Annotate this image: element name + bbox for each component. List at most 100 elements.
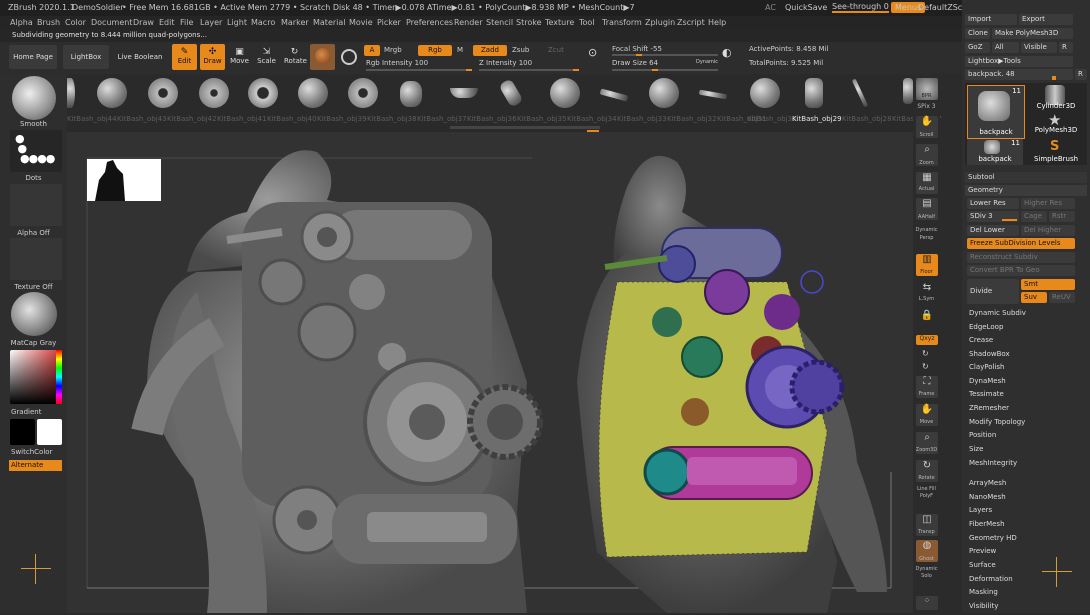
kitbash-thumb[interactable]	[248, 78, 278, 108]
texture-button[interactable]	[10, 238, 62, 280]
convert-bpr-button[interactable]: Convert BPR To Geo	[967, 265, 1075, 276]
tool-thumb-polymesh[interactable]: ★ PolyMesh3D	[1027, 111, 1085, 137]
draw-mode-button[interactable]: ✣ Draw	[200, 44, 225, 70]
geometry-item[interactable]: ClayPolish	[969, 363, 1005, 371]
menu-draw[interactable]: Draw	[133, 18, 154, 27]
tool-section[interactable]: Geometry HD	[969, 534, 1017, 542]
menu-transform[interactable]: Transform	[602, 18, 642, 27]
rgb-intensity-track[interactable]	[366, 69, 472, 71]
menu-alpha[interactable]: Alpha	[10, 18, 33, 27]
mrgb-button[interactable]: Mrgb	[384, 46, 402, 54]
draw-settings-icon[interactable]: ◐	[722, 46, 740, 68]
geometry-section[interactable]: Geometry	[965, 185, 1087, 196]
menu-document[interactable]: Document	[91, 18, 132, 27]
higher-res-button[interactable]: Higher Res	[1021, 198, 1075, 209]
tool-thumb-backpack[interactable]: 11 backpack	[967, 85, 1025, 139]
menu-marker[interactable]: Marker	[281, 18, 309, 27]
kitbash-thumb[interactable]	[698, 89, 728, 100]
dynamic-toggle[interactable]: Dynamic	[696, 59, 718, 65]
kitbash-thumb[interactable]	[498, 78, 524, 108]
backpack-tool-slider[interactable]: backpack. 48	[965, 69, 1073, 80]
tool-thumb-simplebrush[interactable]: S SimpleBrush	[1027, 139, 1085, 165]
menu-file[interactable]: File	[180, 18, 193, 27]
zcut-button[interactable]: Zcut	[548, 46, 564, 54]
kitbash-thumb[interactable]	[400, 81, 422, 107]
divide-button[interactable]: Divide	[967, 279, 1019, 304]
tool-section[interactable]: Deformation	[969, 575, 1013, 583]
zsub-button[interactable]: Zsub	[512, 46, 529, 54]
kitbash-thumb[interactable]	[750, 78, 780, 108]
lightbox-button[interactable]: LightBox	[63, 45, 109, 69]
xpose-button[interactable]: ⁘	[916, 596, 938, 610]
alpha-button[interactable]	[10, 184, 62, 226]
live-boolean-button[interactable]: Live Boolean	[114, 45, 166, 69]
cage-button[interactable]: Cage	[1021, 211, 1047, 222]
tool-section[interactable]: Visibility	[969, 602, 998, 610]
matcap-gray-icon[interactable]	[11, 292, 57, 336]
m-button[interactable]: M	[457, 46, 463, 54]
kitbash-thumb[interactable]	[550, 78, 580, 108]
geometry-item[interactable]: MeshIntegrity	[969, 459, 1017, 467]
alternate-button[interactable]: Alternate	[9, 460, 62, 471]
draw-size-track[interactable]	[612, 69, 718, 71]
home-page-button[interactable]: Home Page	[9, 45, 57, 69]
focal-shift-icon[interactable]: ⊙	[588, 46, 604, 68]
rotate-axis-icon-2[interactable]: ↻	[922, 362, 929, 371]
geometry-item[interactable]: EdgeLoop	[969, 323, 1003, 331]
backpack-slider-thumb[interactable]	[1052, 76, 1056, 80]
see-through-slider[interactable]: See-through 0	[832, 2, 889, 13]
subtool-section[interactable]: Subtool	[965, 172, 1087, 183]
kitbash-thumb[interactable]	[199, 78, 229, 108]
z-intensity-slider[interactable]: Z Intensity 100	[479, 59, 532, 67]
geometry-item[interactable]: DynaMesh	[969, 377, 1006, 385]
menu-help[interactable]: Help	[708, 18, 726, 27]
lock-button[interactable]: 🔒	[916, 310, 938, 332]
kitbash-thumb[interactable]	[97, 78, 127, 108]
secondary-color-swatch[interactable]	[37, 419, 62, 445]
make-polymesh-button[interactable]: Make PolyMesh3D	[992, 28, 1073, 39]
menu-render[interactable]: Render	[454, 18, 482, 27]
color-picker[interactable]	[10, 350, 62, 404]
kitbash-thumb[interactable]	[298, 78, 328, 108]
tool-section[interactable]: FiberMesh	[969, 520, 1005, 528]
rgb-intensity-slider[interactable]: Rgb Intensity 100	[366, 59, 428, 67]
geometry-item[interactable]: Modify Topology	[969, 418, 1025, 426]
geometry-item[interactable]: Tessimate	[969, 390, 1004, 398]
focal-shift-track[interactable]	[612, 54, 718, 56]
menu-zplugin[interactable]: Zplugin	[645, 18, 675, 27]
tool-section[interactable]: NanoMesh	[969, 493, 1006, 501]
lower-res-button[interactable]: Lower Res	[967, 198, 1019, 209]
goz-button[interactable]: GoZ	[965, 42, 990, 53]
geometry-item[interactable]: Size	[969, 445, 983, 453]
rgb-button[interactable]: Rgb	[418, 45, 452, 56]
color-circle-icon[interactable]	[341, 49, 357, 65]
menu-picker[interactable]: Picker	[377, 18, 401, 27]
menu-movie[interactable]: Movie	[349, 18, 373, 27]
focal-shift-slider[interactable]: Focal Shift -55	[612, 45, 662, 53]
sculpt-canvas[interactable]	[67, 132, 913, 613]
kitbash-thumb[interactable]	[148, 78, 178, 108]
r-button[interactable]: R	[1059, 42, 1073, 53]
kitbash-thumb[interactable]	[67, 78, 75, 108]
suv-toggle[interactable]: Suv	[1021, 292, 1047, 303]
geometry-item[interactable]: Crease	[969, 336, 993, 344]
kitbash-thumb[interactable]	[599, 88, 629, 102]
lightbox-tools-button[interactable]: Lightbox▶Tools	[965, 56, 1073, 67]
rstr-button[interactable]: Rstr	[1049, 211, 1075, 222]
stroke-dots-button[interactable]: ● ● ●●●●	[10, 130, 62, 172]
zadd-button[interactable]: Zadd	[473, 45, 507, 56]
geometry-item[interactable]: ZRemesher	[969, 404, 1009, 412]
menu-stencil[interactable]: Stencil	[486, 18, 513, 27]
z-intensity-track[interactable]	[479, 69, 579, 71]
brush-smooth-icon[interactable]	[12, 76, 56, 120]
spix-slider[interactable]: SPix 3	[913, 103, 940, 110]
geometry-item[interactable]: Position	[969, 431, 996, 439]
kitbash-scrollbar[interactable]	[450, 126, 600, 129]
tool-section[interactable]: Surface	[969, 561, 996, 569]
move-mode-button[interactable]: ▣ Move	[229, 44, 250, 70]
tool-section[interactable]: Layers	[969, 506, 992, 514]
freeze-subdivision-button[interactable]: Freeze SubDivision Levels	[967, 238, 1075, 249]
menu-layer[interactable]: Layer	[200, 18, 222, 27]
persp-button[interactable]: Dynamic Persp	[913, 226, 940, 242]
material-swatch-button[interactable]	[310, 44, 335, 70]
